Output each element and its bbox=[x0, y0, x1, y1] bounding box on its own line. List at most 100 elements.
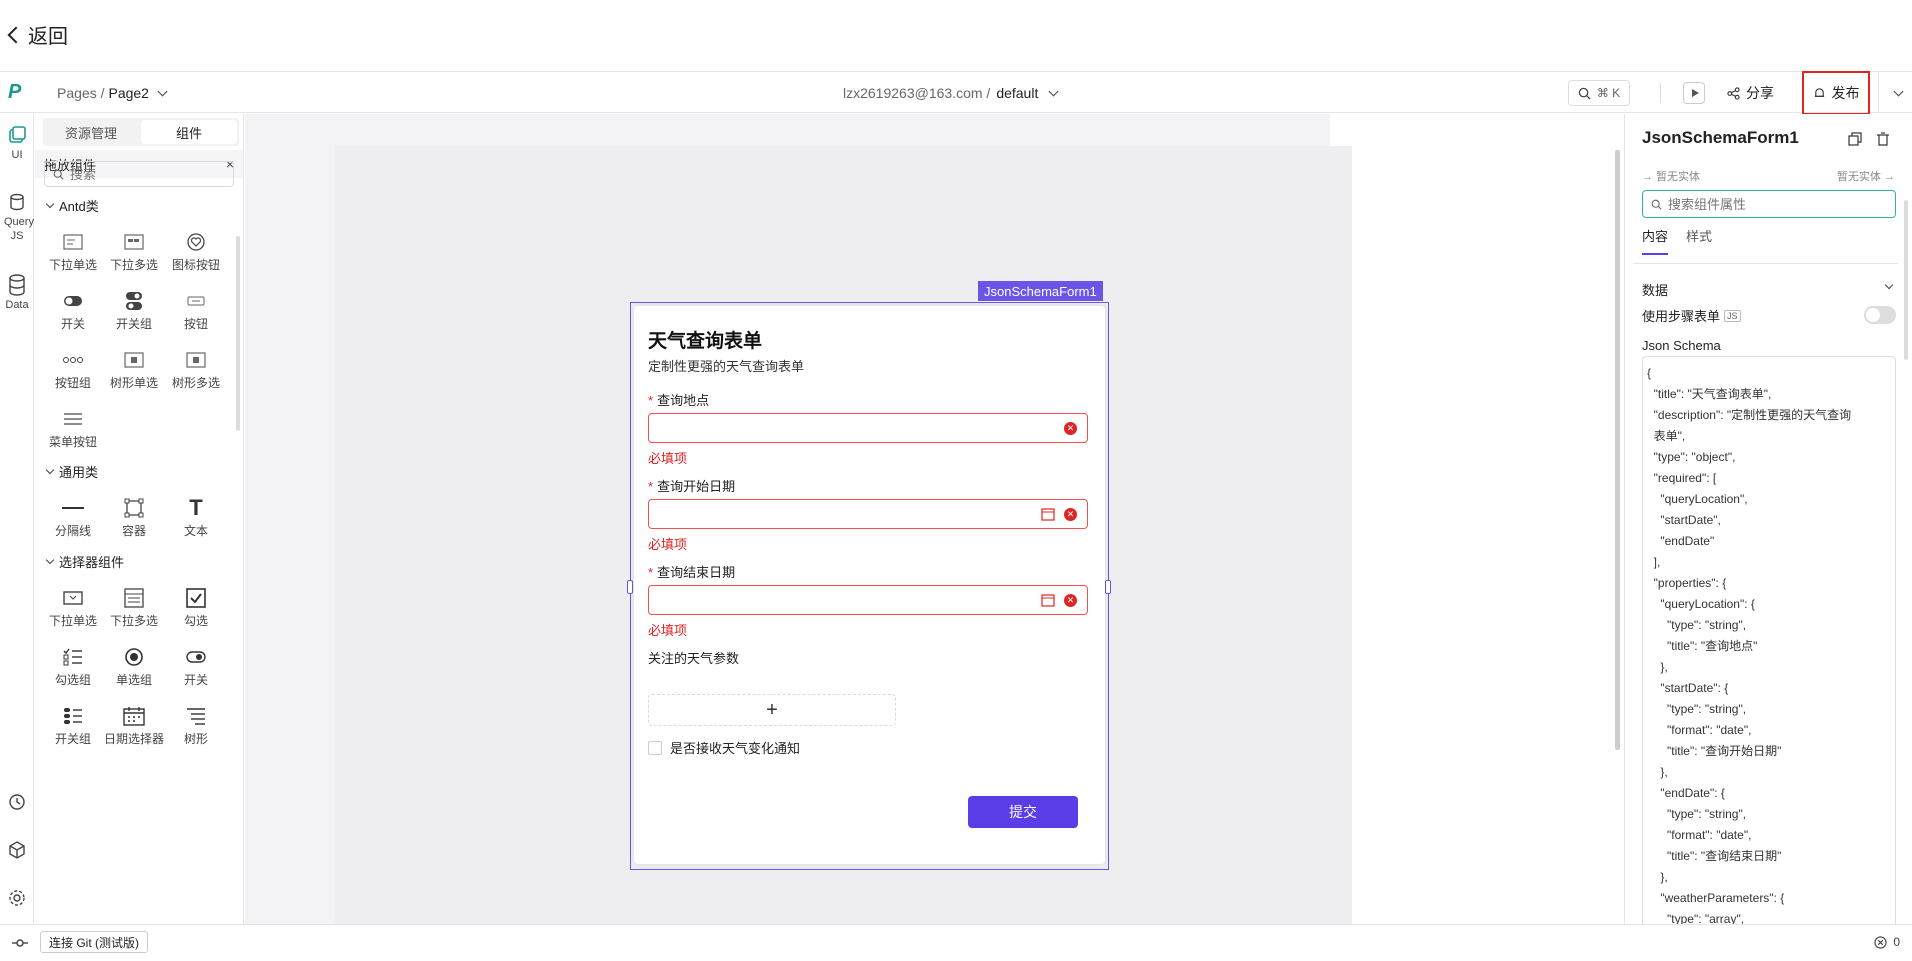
component-item[interactable]: 开关 bbox=[166, 643, 226, 688]
component-item[interactable]: 分隔线 bbox=[43, 494, 103, 539]
component-item[interactable]: 树形 bbox=[166, 702, 226, 747]
group-general[interactable]: 通用类 bbox=[45, 462, 98, 481]
start-date-field[interactable] bbox=[657, 500, 1037, 526]
more-options-button[interactable] bbox=[1878, 73, 1912, 113]
component-item[interactable]: 开关组 bbox=[104, 287, 164, 332]
location-input-field[interactable] bbox=[657, 414, 1037, 440]
connect-git-button[interactable]: 连接 Git (测试版) bbox=[40, 931, 148, 953]
section-data[interactable]: 数据 bbox=[1642, 280, 1896, 299]
component-item[interactable]: 图标按钮 bbox=[166, 228, 226, 273]
back-button[interactable]: 返回 bbox=[4, 20, 68, 49]
chevron-down-icon[interactable] bbox=[157, 86, 168, 96]
component-item[interactable]: 单选组 bbox=[104, 643, 164, 688]
chevron-down-icon bbox=[45, 555, 55, 564]
error-indicator[interactable]: 0 bbox=[1874, 935, 1900, 949]
share-label: 分享 bbox=[1746, 85, 1774, 101]
component-search-input[interactable] bbox=[70, 166, 220, 182]
js-badge[interactable]: JS bbox=[1724, 309, 1741, 322]
component-item[interactable]: 开关 bbox=[43, 287, 103, 332]
json-schema-label: Json Schema bbox=[1642, 338, 1721, 353]
clear-icon[interactable]: ✕ bbox=[1064, 594, 1077, 607]
component-label: 开关 bbox=[60, 317, 85, 331]
end-date-field[interactable] bbox=[657, 586, 1037, 612]
component-item[interactable]: 按钮 bbox=[166, 287, 226, 332]
component-item[interactable]: 树形多选 bbox=[166, 346, 226, 391]
json-schema-editor[interactable]: { "title": "天气查询表单", "description": "定制性… bbox=[1642, 356, 1896, 924]
component-item[interactable]: 勾选组 bbox=[43, 643, 103, 688]
component-item[interactable]: 下拉多选 bbox=[104, 228, 164, 273]
component-item[interactable]: 下拉多选 bbox=[104, 584, 164, 629]
inspector-tabs: 内容 样式 bbox=[1642, 226, 1712, 255]
chevron-left-icon bbox=[7, 26, 25, 43]
submit-button[interactable]: 提交 bbox=[968, 796, 1078, 828]
settings-button[interactable] bbox=[0, 888, 34, 911]
panel-scrollbar[interactable] bbox=[236, 236, 240, 431]
component-item[interactable]: 按钮组 bbox=[43, 346, 103, 391]
tab-components[interactable]: 组件 bbox=[141, 120, 237, 144]
search-icon bbox=[1651, 199, 1662, 210]
resize-handle-right[interactable] bbox=[1105, 580, 1111, 594]
divider bbox=[1660, 83, 1661, 103]
json-schema-form[interactable]: 天气查询表单 定制性更强的天气查询表单 * 查询地点 ✕ 必填项 * 查询开始日期 … bbox=[634, 306, 1105, 864]
component-item[interactable]: 日期选择器 bbox=[104, 702, 164, 747]
resize-handle-left[interactable] bbox=[627, 580, 633, 594]
preview-button[interactable] bbox=[1683, 82, 1705, 104]
component-search[interactable] bbox=[44, 161, 234, 187]
checkbox-label: 是否接收天气变化通知 bbox=[670, 741, 801, 756]
breadcrumb-root[interactable]: Pages / bbox=[57, 85, 104, 101]
start-date-input[interactable]: ✕ bbox=[648, 499, 1088, 529]
account-email: lzx2619263@163.com / bbox=[843, 85, 991, 101]
search-icon bbox=[53, 169, 64, 180]
add-item-button[interactable]: + bbox=[648, 694, 896, 726]
component-item[interactable]: 下拉单选 bbox=[43, 228, 103, 273]
calendar-icon[interactable] bbox=[1041, 507, 1055, 521]
copy-icon[interactable] bbox=[1848, 132, 1862, 146]
component-item[interactable]: T 文本 bbox=[166, 494, 226, 539]
entity-prev[interactable]: → 暂无实体 bbox=[1642, 168, 1700, 184]
component-name[interactable]: JsonSchemaForm1 bbox=[1642, 128, 1799, 148]
component-label: 树形 bbox=[183, 732, 208, 746]
trash-icon[interactable] bbox=[1876, 132, 1890, 146]
canvas-vscroll[interactable] bbox=[1615, 150, 1619, 750]
status-bar: 连接 Git (测试版) 0 bbox=[0, 924, 1912, 961]
tab-style[interactable]: 样式 bbox=[1686, 226, 1712, 255]
step-form-toggle[interactable] bbox=[1864, 306, 1896, 324]
component-item[interactable]: 菜单按钮 bbox=[43, 405, 103, 450]
group-selectors[interactable]: 选择器组件 bbox=[45, 552, 124, 571]
command-search-button[interactable]: ⌘ K bbox=[1568, 80, 1630, 106]
end-date-input[interactable]: ✕ bbox=[648, 585, 1088, 615]
publish-button[interactable]: 发布 bbox=[1802, 71, 1870, 115]
workspace-name: default bbox=[996, 85, 1039, 101]
notify-checkbox[interactable]: 是否接收天气变化通知 bbox=[648, 738, 800, 757]
checkbox-box[interactable] bbox=[648, 740, 662, 755]
inspector-scrollbar[interactable] bbox=[1904, 200, 1908, 360]
tab-resources[interactable]: 资源管理 bbox=[43, 118, 139, 146]
modules-button[interactable] bbox=[0, 840, 34, 863]
app-logo[interactable]: P bbox=[8, 81, 30, 103]
component-item[interactable]: 树形单选 bbox=[104, 346, 164, 391]
tree-select-icon bbox=[124, 352, 144, 368]
tab-content[interactable]: 内容 bbox=[1642, 226, 1669, 255]
calendar-icon[interactable] bbox=[1041, 593, 1055, 607]
breadcrumb-page[interactable]: Page2 bbox=[108, 85, 148, 101]
share-button[interactable]: 分享 bbox=[1727, 83, 1774, 103]
rail-item-data[interactable]: Data bbox=[0, 274, 34, 311]
account-selector[interactable]: lzx2619263@163.com / default bbox=[843, 85, 1059, 101]
component-item[interactable]: 开关组 bbox=[43, 702, 103, 747]
property-search-input[interactable] bbox=[1668, 196, 1888, 212]
clear-icon[interactable]: ✕ bbox=[1064, 422, 1077, 435]
property-search[interactable] bbox=[1642, 190, 1896, 218]
rail-item-ui[interactable]: UI bbox=[0, 124, 34, 161]
component-item[interactable]: 下拉单选 bbox=[43, 584, 103, 629]
publish-label: 发布 bbox=[1831, 85, 1860, 101]
entity-next[interactable]: 暂无实体 → bbox=[1837, 168, 1895, 184]
rail-item-query[interactable]: Query JS bbox=[0, 192, 34, 243]
component-item[interactable]: 勾选 bbox=[166, 584, 226, 629]
component-item[interactable]: 容器 bbox=[104, 494, 164, 539]
clear-icon[interactable]: ✕ bbox=[1064, 508, 1077, 521]
selected-component-tag[interactable]: JsonSchemaForm1 bbox=[978, 281, 1103, 301]
group-antd[interactable]: Antd类 bbox=[45, 196, 99, 215]
history-button[interactable] bbox=[0, 792, 34, 815]
rail-label: Query JS bbox=[4, 216, 34, 242]
location-input[interactable]: ✕ bbox=[648, 413, 1088, 443]
